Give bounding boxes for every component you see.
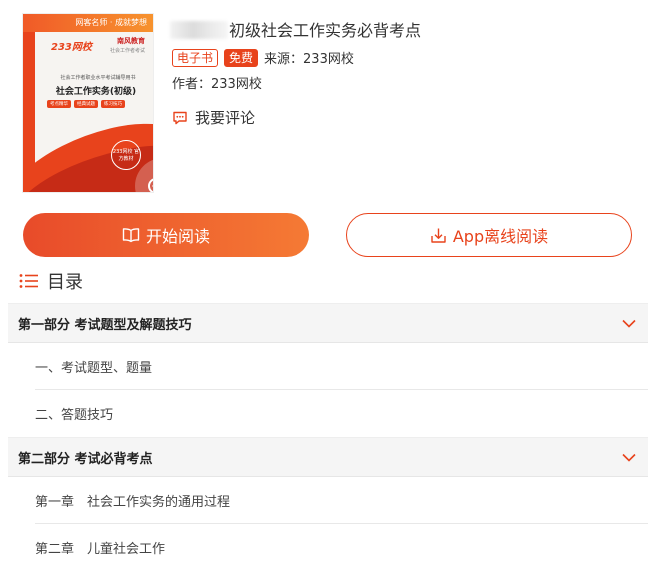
download-icon	[431, 228, 446, 243]
cover-ribbon-text: 网客名师 · 成就梦想	[75, 18, 147, 27]
book-tags: 电子书 免费 来源：233网校	[172, 48, 354, 67]
toc-header: 目录	[19, 268, 83, 294]
toc-list: 第一部分 考试题型及解题技巧 一、考试题型、题量 二、答题技巧 第二部分 考试必…	[8, 303, 648, 564]
book-source: 来源：233网校	[264, 52, 354, 67]
toc-item[interactable]: 一、考试题型、题量	[35, 343, 648, 390]
start-reading-button[interactable]: 开始阅读	[23, 213, 309, 257]
cover-seal: 233网校 官方教材	[111, 140, 141, 170]
zoom-in-icon[interactable]	[147, 177, 154, 193]
toc-section-2[interactable]: 第二部分 考试必背考点	[8, 437, 648, 477]
cover-publisher-sub: 社会工作者考试	[109, 48, 145, 54]
toc-section-title: 第二部分 考试必背考点	[18, 451, 153, 467]
cover-pill: 练习技巧	[101, 100, 125, 108]
cover-pill: 考点精华	[47, 100, 71, 108]
redacted-text	[170, 21, 228, 39]
app-offline-reading-label: App离线阅读	[452, 227, 549, 246]
cover-publisher-logo: 南风教育	[117, 37, 145, 45]
cover-brand-logo: 233网校	[51, 42, 92, 53]
toc-title: 目录	[47, 272, 83, 293]
book-cover[interactable]: 网客名师 · 成就梦想 233网校 南风教育 社会工作者考试 社会工作者职业水平…	[22, 13, 154, 193]
list-icon	[19, 274, 38, 288]
cover-pills: 考点精华 经典试题 练习技巧	[47, 100, 125, 108]
cover-pill: 经典试题	[74, 100, 98, 108]
ebook-badge: 电子书	[172, 48, 219, 67]
toc-section-title: 第一部分 考试题型及解题技巧	[18, 317, 192, 333]
book-author: 作者：233网校	[172, 77, 262, 92]
comment-icon	[173, 111, 187, 124]
book-open-icon	[122, 228, 140, 243]
start-reading-label: 开始阅读	[145, 227, 210, 246]
chevron-down-icon	[622, 453, 636, 462]
toc-item[interactable]: 第二章 儿童社会工作	[35, 524, 648, 564]
app-offline-reading-button[interactable]: App离线阅读	[346, 213, 632, 257]
toc-section-1[interactable]: 第一部分 考试题型及解题技巧	[8, 303, 648, 343]
toc-item[interactable]: 二、答题技巧	[35, 390, 648, 437]
book-title: 初级社会工作实务必背考点	[170, 17, 421, 41]
chevron-down-icon	[622, 319, 636, 328]
cover-subline: 社会工作者职业水平考试辅导用书	[60, 75, 136, 81]
book-title-text: 初级社会工作实务必背考点	[229, 21, 422, 40]
write-comment-label: 我要评论	[195, 109, 256, 127]
cover-title: 社会工作实务(初级)	[55, 87, 137, 97]
cover-ribbon: 网客名师 · 成就梦想	[23, 14, 153, 32]
free-badge: 免费	[224, 48, 259, 67]
write-comment-link[interactable]: 我要评论	[172, 107, 255, 128]
toc-item[interactable]: 第一章 社会工作实务的通用过程	[35, 477, 648, 524]
